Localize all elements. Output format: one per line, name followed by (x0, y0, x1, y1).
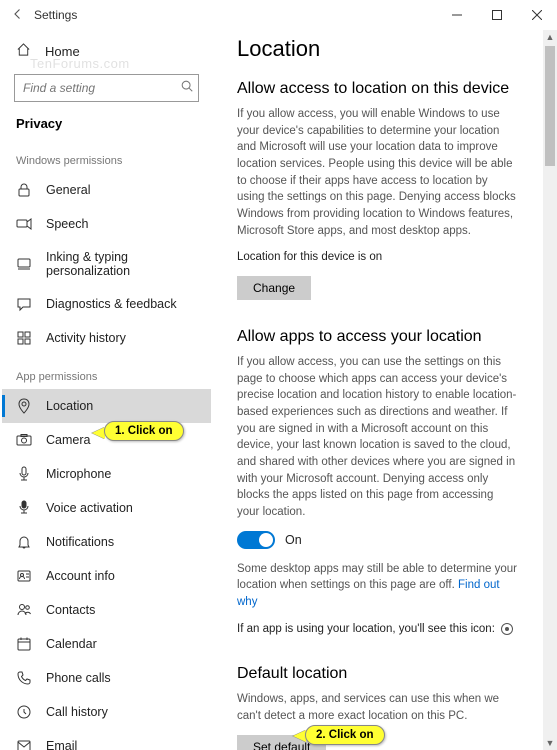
search-icon (180, 79, 194, 98)
title-bar: Settings (0, 0, 557, 30)
page-title: Location (237, 36, 517, 62)
nav-label: Voice activation (46, 501, 133, 515)
email-icon (16, 738, 32, 750)
nav-label: Account info (46, 569, 115, 583)
desktop-apps-note: Some desktop apps may still be able to d… (237, 561, 517, 611)
sidebar-item-contacts[interactable]: Contacts (2, 593, 211, 627)
toggle-label: On (285, 533, 302, 547)
location-toggle[interactable] (237, 531, 275, 549)
home-icon (16, 42, 31, 60)
annotation-arrow (92, 427, 105, 439)
sidebar-item-email[interactable]: Email (2, 729, 211, 750)
phone-icon (16, 670, 32, 686)
account-icon (16, 568, 32, 584)
speech-icon (16, 216, 32, 232)
sidebar-item-notifications[interactable]: Notifications (2, 525, 211, 559)
contacts-icon (16, 602, 32, 618)
sidebar-item-phonecalls[interactable]: Phone calls (2, 661, 211, 695)
nav-label: Microphone (46, 467, 111, 481)
sidebar-item-general[interactable]: General (2, 173, 211, 207)
nav-label: Notifications (46, 535, 114, 549)
section-body: If you allow access, you can use the set… (237, 354, 517, 521)
sidebar-category: Privacy (2, 106, 211, 139)
activity-icon (16, 330, 32, 346)
scroll-thumb[interactable] (545, 46, 555, 166)
section-body: If you allow access, you will enable Win… (237, 106, 517, 239)
maximize-button[interactable] (477, 0, 517, 30)
sidebar-item-home[interactable]: Home (2, 34, 211, 68)
sidebar-item-location[interactable]: Location (2, 389, 211, 423)
nav-label: Location (46, 399, 93, 413)
minimize-button[interactable] (437, 0, 477, 30)
sidebar-item-diagnostics[interactable]: Diagnostics & feedback (2, 287, 211, 321)
sidebar-item-inking[interactable]: Inking & typing personalization (2, 241, 211, 287)
sidebar-item-activity[interactable]: Activity history (2, 321, 211, 355)
scrollbar[interactable]: ▲ ▼ (543, 30, 557, 750)
microphone-icon (16, 466, 32, 482)
sidebar-item-callhistory[interactable]: Call history (2, 695, 211, 729)
nav-label: Contacts (46, 603, 95, 617)
location-status: Location for this device is on (237, 249, 517, 266)
sidebar-item-account[interactable]: Account info (2, 559, 211, 593)
sidebar-item-calendar[interactable]: Calendar (2, 627, 211, 661)
nav-label: Email (46, 739, 77, 750)
nav-label: Diagnostics & feedback (46, 297, 177, 311)
window-title: Settings (34, 8, 77, 22)
section-title: Allow access to location on this device (237, 80, 517, 98)
group-label: Windows permissions (2, 139, 211, 173)
content-pane: Location Allow access to location on thi… (213, 30, 543, 750)
annotation-step1: 1. Click on (104, 421, 184, 441)
history-icon (16, 704, 32, 720)
home-label: Home (45, 44, 80, 59)
annotation-arrow (293, 730, 306, 742)
section-title: Allow apps to access your location (237, 328, 517, 346)
search-input[interactable] (14, 74, 199, 102)
group-label: App permissions (2, 355, 211, 389)
close-button[interactable] (517, 0, 557, 30)
annotation-step2: 2. Click on (305, 725, 385, 745)
location-icon-note: If an app is using your location, you'll… (237, 621, 517, 638)
sidebar-item-speech[interactable]: Speech (2, 207, 211, 241)
sidebar: Home Privacy Windows permissions General… (0, 30, 213, 750)
feedback-icon (16, 296, 32, 312)
nav-label: General (46, 183, 90, 197)
calendar-icon (16, 636, 32, 652)
change-button[interactable]: Change (237, 276, 311, 300)
lock-icon (16, 182, 32, 198)
nav-label: Speech (46, 217, 88, 231)
back-button[interactable] (12, 8, 24, 23)
voice-icon (16, 500, 32, 516)
nav-label: Camera (46, 433, 90, 447)
location-in-use-icon (501, 623, 513, 635)
camera-icon (16, 432, 32, 448)
sidebar-item-voice[interactable]: Voice activation (2, 491, 211, 525)
scroll-down-arrow[interactable]: ▼ (543, 736, 557, 750)
nav-label: Call history (46, 705, 108, 719)
sidebar-item-microphone[interactable]: Microphone (2, 457, 211, 491)
bell-icon (16, 534, 32, 550)
scroll-up-arrow[interactable]: ▲ (543, 30, 557, 44)
section-title: Default location (237, 665, 517, 683)
nav-label: Phone calls (46, 671, 111, 685)
section-body: Windows, apps, and services can use this… (237, 691, 517, 724)
nav-label: Activity history (46, 331, 126, 345)
location-icon (16, 398, 32, 414)
search-field[interactable] (23, 81, 180, 95)
nav-label: Calendar (46, 637, 97, 651)
nav-label: Inking & typing personalization (46, 250, 197, 278)
inking-icon (16, 256, 32, 272)
